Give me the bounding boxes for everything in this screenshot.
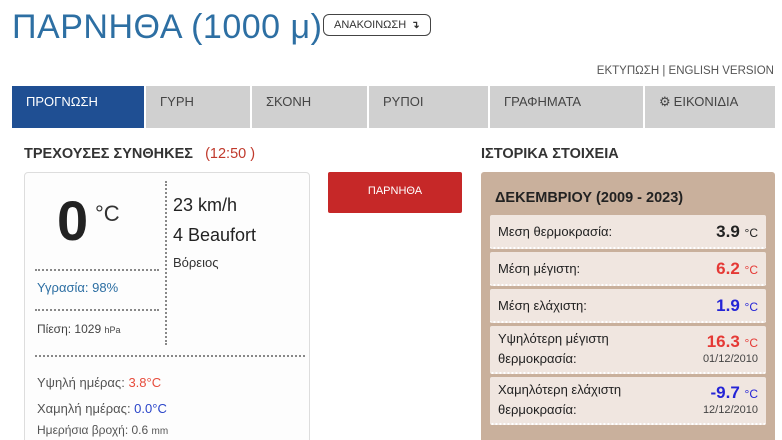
tab-label: ΓΥΡΗ <box>160 94 194 109</box>
wind-speed: 23 km/h <box>173 195 238 215</box>
value-number: 3.9 <box>716 222 740 241</box>
tab-label: ΣΚΟΝΗ <box>266 94 312 109</box>
row-value: 3.9 °C <box>716 222 758 242</box>
row-label-line2: θερμοκρασία: <box>498 350 577 366</box>
print-link[interactable]: ΕΚΤΥΠΩΣΗ <box>597 65 659 77</box>
announcement-button[interactable]: ΑΝΑΚΟΙΝΩΣΗ ↴ <box>323 14 431 36</box>
tab-label: ΓΡΑΦΗΜΑΤΑ <box>504 94 582 109</box>
row-value: 1.9 °C <box>716 296 758 316</box>
tab-pollen[interactable]: ΓΥΡΗ <box>146 86 250 128</box>
humidity: Υγρασία: 98% <box>37 280 119 295</box>
wind-beaufort: 4 Beaufort <box>173 225 257 245</box>
english-version-link[interactable]: ENGLISH VERSION <box>669 65 774 77</box>
value-number: 16.3 <box>706 332 740 351</box>
gear-icon: ⚙ <box>659 94 671 109</box>
day-low-label: Χαμηλή ημέρας: <box>37 401 135 416</box>
tab-forecast[interactable]: ΠΡΟΓΝΩΣΗ <box>12 86 144 128</box>
divider <box>35 309 159 311</box>
time-close: ) <box>246 146 256 162</box>
history-panel: ΔΕΚΕΜΒΡΙΟΥ (2009 - 2023) Μεση θερμοκρασί… <box>481 172 775 440</box>
history-title: ΙΣΤΟΡΙΚΑ ΣΤΟΙΧΕΙΑ <box>481 146 619 162</box>
page-title: ΠΑΡΝΗΘΑ (1000 μ) <box>12 8 323 46</box>
value-unit: °C <box>744 336 758 350</box>
row-label-line1: Χαμηλότερη ελάχιστη <box>498 382 622 397</box>
history-row-record-low: Χαμηλότερη ελάχιστη θερμοκρασία: -9.7 °C … <box>490 377 766 425</box>
value-number: 1.9 <box>716 296 740 315</box>
tab-pollutants[interactable]: ΡΥΠΟΙ <box>369 86 488 128</box>
tab-dust[interactable]: ΣΚΟΝΗ <box>252 86 367 128</box>
current-conditions-title: ΤΡΕΧΟΥΣΕΣ ΣΥΝΘΗΚΕΣ (12:50 ) <box>24 146 255 162</box>
day-high: Υψηλή ημέρας: 3.8°C <box>37 375 161 390</box>
history-row-record-high: Υψηλότερη μέγιστη θερμοκρασία: 16.3 °C 01… <box>490 326 766 374</box>
row-date: 12/12/2010 <box>702 404 758 416</box>
day-low-value: 0.0°C <box>134 401 167 416</box>
row-value: 6.2 °C <box>716 259 758 279</box>
pressure-unit: hPa <box>104 325 121 335</box>
value-number: -9.7 <box>710 383 740 402</box>
tab-label: ΕΙΚΟΝΙΔΙΑ <box>673 94 739 109</box>
tab-bar: ΠΡΟΓΝΩΣΗ ΓΥΡΗ ΣΚΟΝΗ ΡΥΠΟΙ ΓΡΑΦΗΜΑΤΑ ⚙ ΕΙΚ… <box>12 86 775 128</box>
row-date: 01/12/2010 <box>702 353 758 365</box>
value-number: 6.2 <box>716 259 740 278</box>
divider <box>35 355 305 357</box>
temperature-unit: °C <box>95 201 120 226</box>
value-unit: °C <box>744 226 758 240</box>
arrow-down-icon: ↴ <box>411 19 420 31</box>
temperature-value: 0 <box>57 189 89 252</box>
announcement-label: ΑΝΑΚΟΙΝΩΣΗ <box>334 19 407 31</box>
daily-rain-unit: mm <box>151 426 169 437</box>
time-value: 12:50 <box>209 146 247 162</box>
tab-charts[interactable]: ΓΡΑΦΗΜΑΤΑ <box>490 86 643 128</box>
row-label: Μέση μέγιστη: <box>498 261 581 276</box>
row-label: Μέση ελάχιστη: <box>498 298 587 313</box>
pressure-value: Πίεση: 1029 <box>37 322 102 336</box>
tab-icons[interactable]: ⚙ ΕΙΚΟΝΙΔΙΑ <box>645 86 775 128</box>
row-label-line1: Υψηλότερη μέγιστη <box>498 331 609 346</box>
row-label: Υψηλότερη μέγιστη θερμοκρασία: <box>498 329 609 368</box>
row-label: Μεση θερμοκρασία: <box>498 224 613 239</box>
history-row-mean: Μεση θερμοκρασία: 3.9 °C <box>490 215 766 249</box>
station-button[interactable]: ΠΑΡΝΗΘΑ <box>328 172 462 213</box>
value-unit: °C <box>744 263 758 277</box>
tab-label: ΡΥΠΟΙ <box>383 94 424 109</box>
row-value: 16.3 °C <box>707 332 758 352</box>
day-low: Χαμηλή ημέρας: 0.0°C <box>37 401 167 416</box>
day-high-value: 3.8°C <box>128 375 162 390</box>
vertical-divider <box>165 181 167 345</box>
section-heading: ΤΡΕΧΟΥΣΕΣ ΣΥΝΘΗΚΕΣ <box>24 146 193 162</box>
divider <box>35 269 159 271</box>
day-high-label: Υψηλή ημέρας: <box>37 375 129 390</box>
row-label-line2: θερμοκρασία: <box>498 401 577 417</box>
value-unit: °C <box>744 387 758 401</box>
wind-direction: Βόρειος <box>173 255 219 270</box>
history-row-mean-min: Μέση ελάχιστη: 1.9 °C <box>490 289 766 323</box>
row-value: -9.7 °C <box>711 383 759 403</box>
link-separator: | <box>659 65 669 77</box>
row-label: Χαμηλότερη ελάχιστη θερμοκρασία: <box>498 380 621 419</box>
top-links: ΕΚΤΥΠΩΣΗ | ENGLISH VERSION <box>597 65 774 77</box>
daily-rain: Ημερήσια βροχή: 0.6 mm <box>37 423 168 437</box>
current-time: (12:50 ) <box>197 146 255 162</box>
value-unit: °C <box>744 300 758 314</box>
history-row-mean-max: Μέση μέγιστη: 6.2 °C <box>490 252 766 286</box>
pressure: Πίεση: 1029 hPa <box>37 322 120 336</box>
tab-label: ΠΡΟΓΝΩΣΗ <box>26 94 98 109</box>
daily-rain-value: Ημερήσια βροχή: 0.6 <box>37 423 149 437</box>
history-period: ΔΕΚΕΜΒΡΙΟΥ (2009 - 2023) <box>495 190 684 206</box>
current-conditions-panel: 0 °C 23 km/h 4 Beaufort Βόρειος Υγρασία:… <box>24 172 310 440</box>
